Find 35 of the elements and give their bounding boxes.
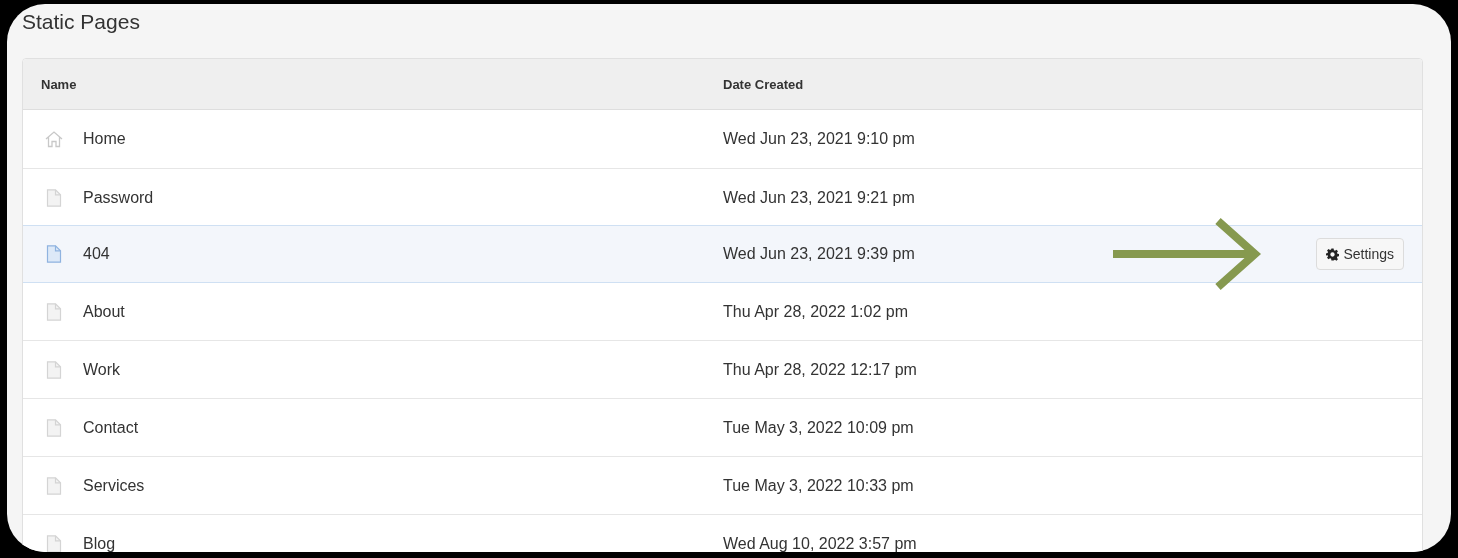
page-name: Password [83,187,154,208]
page-icon [45,245,62,263]
home-icon [43,130,64,148]
page-icon [45,188,62,207]
date-created: Tue May 3, 2022 10:09 pm [723,417,914,438]
date-created: Wed Jun 23, 2021 9:39 pm [723,244,915,264]
page-name: Work [83,359,121,380]
page-name: Home [83,129,126,149]
settings-button[interactable]: Settings [1316,238,1404,270]
table-row[interactable]: Home Wed Jun 23, 2021 9:10 pm [23,110,1422,168]
date-created: Tue May 3, 2022 10:33 pm [723,475,914,496]
table-row[interactable]: Blog Wed Aug 10, 2022 3:57 pm [23,514,1422,552]
gear-icon [1326,247,1340,261]
column-header: Date Created [723,77,804,92]
date-created: Wed Jun 23, 2021 9:21 pm [723,187,915,208]
date-created: Wed Aug 10, 2022 3:57 pm [723,533,917,552]
page-title: Static Pages [22,10,140,34]
selected-row[interactable]: 404 Wed Jun 23, 2021 9:39 pm Settings [23,225,1422,283]
page-icon [45,418,62,437]
table-row[interactable]: Contact Tue May 3, 2022 10:09 pm [23,398,1422,456]
page-icon [45,302,62,321]
page-name: Contact [83,417,139,438]
table-row[interactable]: Services Tue May 3, 2022 10:33 pm [23,456,1422,514]
date-created: Thu Apr 28, 2022 12:17 pm [723,359,917,380]
page-name: About [83,301,125,322]
page-name: Services [83,475,145,496]
table-row[interactable]: About Thu Apr 28, 2022 1:02 pm [23,282,1422,340]
column-header: Name [41,77,77,92]
page-icon [45,476,62,495]
table-row[interactable]: Work Thu Apr 28, 2022 12:17 pm [23,340,1422,398]
page-name: 404 [83,244,110,264]
date-created: Thu Apr 28, 2022 1:02 pm [723,301,908,322]
page-name: Blog [83,533,116,552]
date-created: Wed Jun 23, 2021 9:10 pm [723,129,915,149]
page-icon [45,360,62,379]
